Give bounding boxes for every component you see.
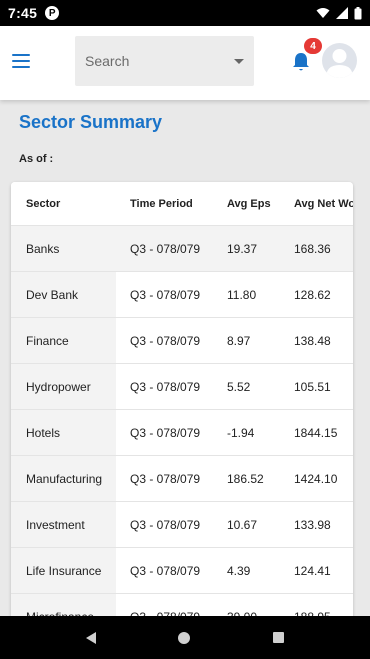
app-header: Search 4 (0, 26, 370, 100)
table-row[interactable]: Investment Q3 - 078/079 10.67 133.98 (11, 502, 353, 548)
column-header-sector[interactable]: Sector (11, 182, 116, 225)
cell-time-period: Q3 - 078/079 (130, 333, 201, 348)
cell-avg-eps: -1.94 (227, 425, 255, 440)
nav-back-icon[interactable] (86, 631, 97, 644)
cell-time-period: Q3 - 078/079 (130, 379, 201, 394)
cell-sector: Investment (11, 502, 116, 547)
as-of-label: As of : (19, 153, 54, 165)
status-icons (316, 6, 362, 20)
table-header-row: Sector Time Period Avg Eps Avg Net Wor (11, 182, 353, 226)
table-row[interactable]: Life Insurance Q3 - 078/079 4.39 124.41 (11, 548, 353, 594)
cell-time-period: Q3 - 078/079 (130, 517, 201, 532)
system-nav-bar (0, 616, 370, 659)
cell-avg-eps: 186.52 (227, 471, 264, 486)
cell-sector: Life Insurance (11, 548, 116, 593)
cell-sector: Dev Bank (11, 272, 116, 317)
menu-icon[interactable] (12, 54, 30, 68)
signal-icon (336, 7, 348, 19)
status-bar: 7:45 P (0, 0, 370, 26)
avatar-icon[interactable] (322, 43, 357, 78)
cell-sector: Finance (11, 318, 116, 363)
nav-recent-icon[interactable] (272, 632, 284, 643)
search-placeholder: Search (85, 53, 130, 69)
search-dropdown[interactable]: Search (75, 36, 254, 86)
cell-avg-net-worth: 105.51 (294, 379, 331, 394)
bell-icon[interactable] (291, 51, 311, 73)
cell-avg-net-worth: 1424.10 (294, 471, 338, 486)
cell-sector: Manufacturing (11, 456, 116, 501)
column-header-time-period[interactable]: Time Period (130, 182, 193, 225)
cell-avg-net-worth: 138.48 (294, 333, 331, 348)
cell-avg-net-worth: 124.41 (294, 563, 331, 578)
dropdown-icon[interactable] (234, 58, 244, 64)
sector-table: Sector Time Period Avg Eps Avg Net Wor B… (11, 182, 353, 622)
cell-avg-eps: 8.97 (227, 333, 251, 348)
column-header-avg-eps[interactable]: Avg Eps (227, 182, 271, 225)
cell-avg-eps: 4.39 (227, 563, 251, 578)
wifi-icon (316, 8, 330, 18)
cell-sector: Hotels (11, 410, 116, 455)
cell-time-period: Q3 - 078/079 (130, 241, 201, 256)
page-title: Sector Summary (19, 112, 163, 132)
app-notification-icon: P (45, 6, 60, 20)
cell-avg-eps: 19.37 (227, 241, 258, 256)
cell-avg-net-worth: 1844.15 (294, 425, 338, 440)
cell-time-period: Q3 - 078/079 (130, 287, 201, 302)
table-row[interactable]: Dev Bank Q3 - 078/079 11.80 128.62 (11, 272, 353, 318)
cell-time-period: Q3 - 078/079 (130, 471, 201, 486)
cell-avg-eps: 5.52 (227, 379, 251, 394)
cell-avg-net-worth: 133.98 (294, 517, 331, 532)
cell-time-period: Q3 - 078/079 (130, 425, 201, 440)
cell-sector: Hydropower (11, 364, 116, 409)
table-row[interactable]: Finance Q3 - 078/079 8.97 138.48 (11, 318, 353, 364)
cell-avg-eps: 10.67 (227, 517, 258, 532)
cell-avg-net-worth: 128.62 (294, 287, 331, 302)
table-row[interactable]: Banks Q3 - 078/079 19.37 168.36 (11, 226, 353, 272)
cell-avg-net-worth: 168.36 (294, 241, 331, 256)
notification-badge: 4 (304, 38, 322, 54)
battery-icon (354, 6, 362, 19)
column-header-avg-net-worth[interactable]: Avg Net Wor (294, 182, 353, 225)
cell-time-period: Q3 - 078/079 (130, 563, 201, 578)
cell-sector: Banks (11, 226, 116, 271)
status-time: 7:45 (8, 5, 38, 21)
nav-home-icon[interactable] (178, 631, 191, 644)
table-row[interactable]: Manufacturing Q3 - 078/079 186.52 1424.1… (11, 456, 353, 502)
table-row[interactable]: Hotels Q3 - 078/079 -1.94 1844.15 (11, 410, 353, 456)
cell-avg-eps: 11.80 (227, 287, 257, 302)
table-row[interactable]: Hydropower Q3 - 078/079 5.52 105.51 (11, 364, 353, 410)
